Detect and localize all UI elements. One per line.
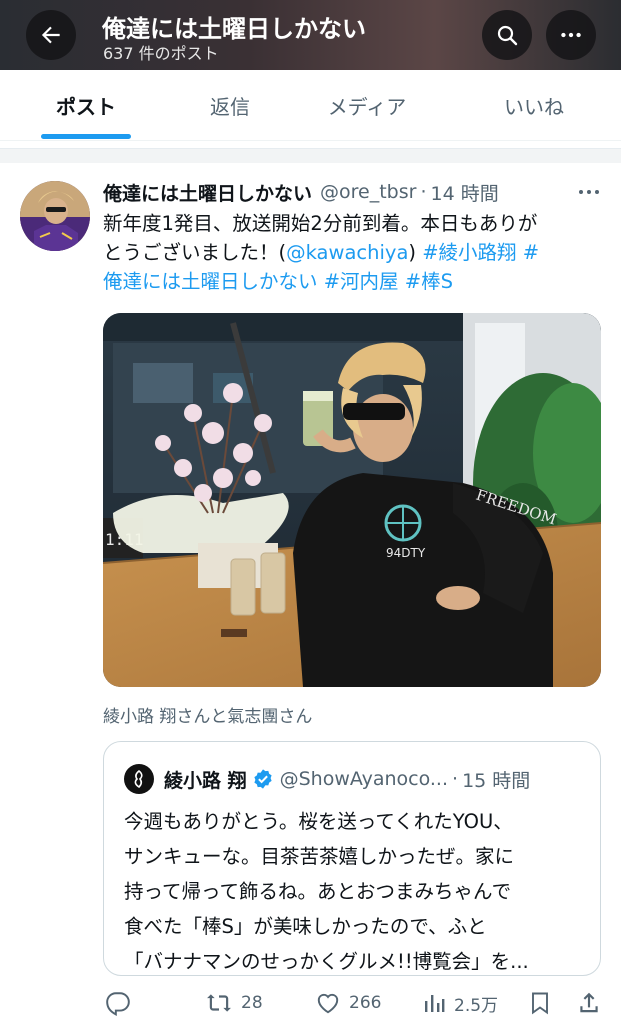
quoted-text-line: 食べた「棒S」が美味しかったので、ふと [124,915,487,938]
profile-header: 俺達には土曜日しかない 637 件のポスト [0,0,621,70]
quoted-author-line: 綾小路 翔 @ShowAyanoco... · 15 時間 [124,764,530,794]
post-time[interactable]: 14 時間 [431,179,499,206]
divider [0,148,621,163]
heart-icon [317,993,339,1014]
arrow-left-icon [41,26,60,44]
tweet-link[interactable]: 俺達には土曜日しかない #河内屋 #棒S [103,270,453,293]
profile-tabs: ポスト 返信 メディア いいね [0,70,621,141]
tab-replies[interactable]: 返信 [172,70,288,140]
author-name[interactable]: 俺達には土曜日しかない [103,179,312,206]
views-button[interactable]: 2.5万 [422,985,498,1021]
tweet-text-line: 新年度1発目、放送開始2分前到着。本日もありが [103,209,598,238]
repost-button[interactable]: 28 [205,985,263,1021]
tweet-link[interactable]: @kawachiya [286,241,408,264]
like-count: 266 [349,993,382,1013]
share-button[interactable] [576,985,602,1021]
analytics-icon [425,995,445,1012]
bookmark-button[interactable] [528,985,552,1021]
tweet-text-segment: 新年度1発目、放送開始2分前到着。本日もありが [103,212,538,235]
tab-posts[interactable]: ポスト [16,70,156,140]
avatar-image [20,181,90,251]
tweet-link[interactable]: #綾小路翔 # [422,241,539,264]
views-count: 2.5万 [454,995,499,1016]
tweet-text-line: とうございました！(@kawachiya) #綾小路翔 # [103,238,598,267]
search-button[interactable] [482,10,532,60]
author-handle[interactable]: @ore_tbsr [320,181,416,203]
tweet-actions: 28 266 2.5万 [0,985,621,1021]
more-dots-icon [561,32,581,38]
quoted-text-line: 今週もありがとう。桜を送ってくれたYOU、 [124,810,513,833]
tweet-text-segment: ) [408,241,423,264]
active-tab-indicator [41,134,131,139]
header-title: 俺達には土曜日しかない [102,15,366,43]
quoted-tweet-text: 今週もありがとう。桜を送ってくれたYOU、 サンキューな。目茶苦茶嬉しかったぜ。家… [124,804,594,975]
tweet-text: 新年度1発目、放送開始2分前到着。本日もありが とうございました！(@kawach… [103,209,598,296]
image-caption[interactable]: 綾小路 翔さんと氣志團さん [103,702,312,727]
quoted-post-time: 15 時間 [462,769,531,792]
more-options-button[interactable] [546,10,596,60]
search-icon [497,25,518,46]
author-avatar[interactable] [20,181,90,251]
separator-dot: · [452,768,459,790]
tweet-text-line: 俺達には土曜日しかない #河内屋 #棒S [103,267,598,296]
tweet-photo[interactable]: 1:11 94DTY FREEDOM [103,313,601,687]
header-post-count: 637 件のポスト [103,44,219,63]
quoted-author-name: 綾小路 翔 [164,769,247,792]
reply-button[interactable] [105,985,139,1021]
back-button[interactable] [26,10,76,60]
quoted-text-line: 「バナナマンのせっかくグルメ!!博覧会」を... [124,950,529,973]
verified-badge-icon [254,769,272,789]
share-icon [580,992,598,1013]
repost-count: 28 [241,993,263,1013]
repost-icon [207,994,231,1012]
tweet-text-segment: とうございました！( [103,241,287,264]
tab-likes[interactable]: いいね [470,70,598,140]
quoted-tweet[interactable]: 綾小路 翔 @ShowAyanoco... · 15 時間 今週もありがとう。桜… [103,741,601,976]
photo-shirt-text: 94DTY [386,546,426,560]
quoted-text-line: サンキューな。目茶苦茶嬉しかったぜ。家に [124,845,515,868]
tweet-more-button[interactable] [576,182,602,202]
separator-dot: · [420,181,427,203]
logo-icon [134,769,143,789]
bookmark-icon [532,992,548,1015]
more-dots-icon [579,190,599,194]
like-button[interactable]: 266 [315,985,381,1021]
tab-media[interactable]: メディア [305,70,429,140]
quoted-author-avatar [124,764,154,794]
reply-icon [106,992,130,1016]
author-line: 俺達には土曜日しかない @ore_tbsr · 14 時間 [103,178,499,206]
quoted-text-line: 持って帰って飾るね。あとおつまみちゃんで [124,880,512,903]
quoted-author-handle: @ShowAyanoco... [279,768,449,790]
photo-image: 1:11 94DTY FREEDOM [103,313,601,687]
